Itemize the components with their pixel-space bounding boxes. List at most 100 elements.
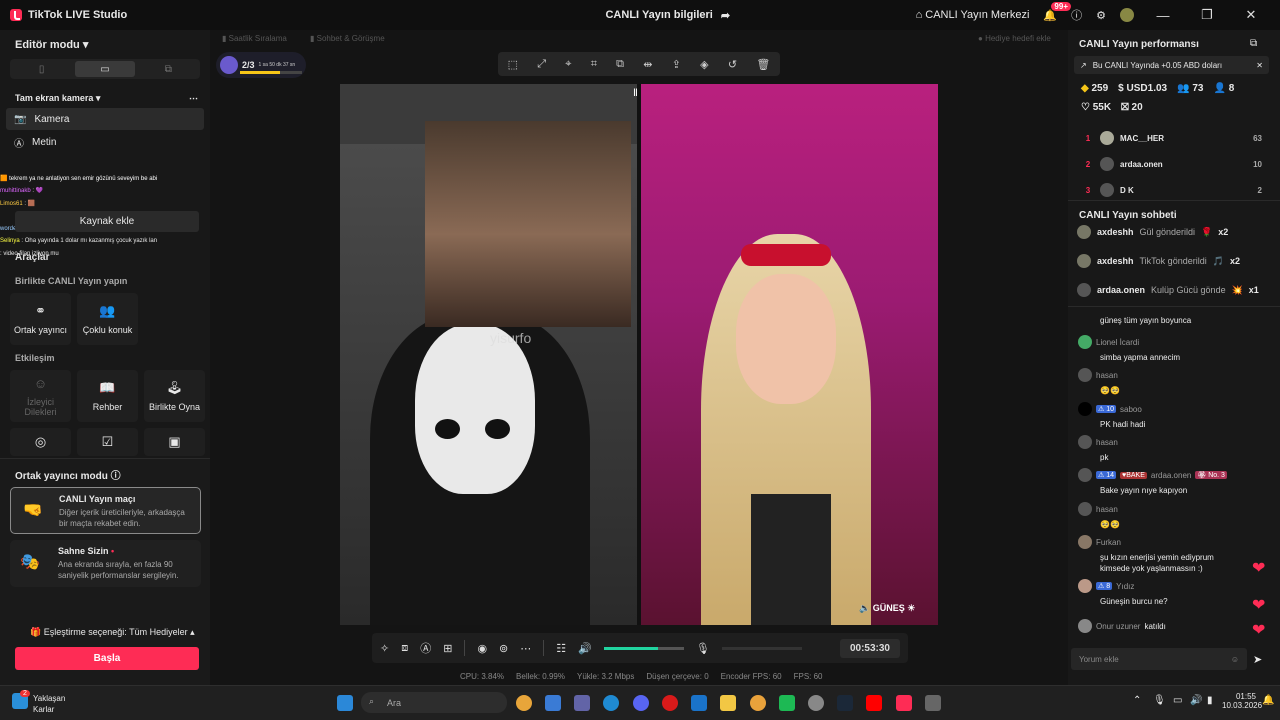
delete-icon[interactable]: 🗑 (756, 58, 770, 71)
comment-input[interactable]: Yorum ekle ☺ (1071, 648, 1247, 670)
youtube-icon[interactable] (866, 695, 882, 711)
gift-goal-tab[interactable]: ● Hediye hedefi ekle (978, 34, 1051, 43)
info-icon[interactable]: ⓘ (111, 471, 121, 482)
microphone-icon[interactable]: 🎙 (696, 642, 710, 655)
dismiss-icon[interactable]: ✕ (1256, 61, 1263, 70)
emoji-icon[interactable]: ☺ (1231, 655, 1239, 664)
share-icon[interactable]: ➦ (721, 9, 730, 22)
guide-tool[interactable]: 📖 Rehber (77, 370, 138, 422)
effects-icon[interactable]: ⧈ (401, 642, 408, 655)
play-together-tool[interactable]: 🕹 Birlikte Oyna (144, 370, 205, 422)
undo-icon[interactable]: ↺ (728, 58, 737, 71)
speaker-icon[interactable]: 🔊 (578, 642, 592, 655)
portrait-option[interactable]: ▯ (12, 61, 71, 77)
chat-message: hasan 🥺🥺 (1078, 502, 1268, 530)
earnings-banner[interactable]: ↗ Bu CANLI Yayında +0.05 ABD doları ✕ (1074, 56, 1269, 74)
layer-up-icon[interactable]: ⇪ (672, 58, 681, 71)
store-icon[interactable] (545, 695, 561, 711)
live-info-title[interactable]: CANLI Yayın bilgileri (605, 9, 712, 21)
more-options-icon[interactable]: ⋯ (520, 642, 531, 655)
magic-wand-icon[interactable]: ✧ (380, 642, 389, 655)
close-button[interactable]: ✕ (1236, 7, 1266, 23)
ai-icon[interactable]: Ⓐ (420, 640, 431, 656)
teams-icon[interactable] (574, 695, 590, 711)
opera-icon[interactable] (662, 695, 678, 711)
plus-box-icon[interactable]: ⊞ (443, 642, 452, 655)
editor-mode-dropdown[interactable]: Editör modu ▾ (0, 30, 210, 59)
rank-row-3[interactable]: 3D K2 (1076, 182, 1262, 198)
multi-guest-tool[interactable]: 👥 Çoklu konuk (77, 293, 138, 345)
minimize-button[interactable]: — (1148, 8, 1178, 23)
taskbar-search[interactable]: ⌕ Ara (361, 692, 507, 713)
scene-dropdown[interactable]: Tam ekran kamera ▾ (15, 93, 100, 104)
heart-icon (1252, 620, 1264, 632)
select-icon[interactable]: ⬚ (508, 58, 518, 71)
record-icon[interactable]: ◉ (477, 642, 487, 655)
skull-mask (415, 324, 535, 494)
cohost-tool[interactable]: ⚭ Ortak yayıncı (10, 293, 71, 345)
start-match-button[interactable]: Başla (15, 647, 199, 670)
layers-icon[interactable]: ◈ (700, 58, 708, 71)
battery-icon[interactable]: ▮ (1207, 695, 1213, 706)
windows-start-icon[interactable] (337, 695, 353, 711)
notification-icon[interactable]: 🔔 (1262, 695, 1274, 706)
hourly-ranking-tab[interactable]: ▮ Saatlik Sıralama (222, 34, 287, 43)
live-match-card[interactable]: 🤜 CANLI Yayın maçı Diğer içerik üreticil… (10, 487, 201, 534)
tool-row-partial-3[interactable]: ▣ (144, 428, 205, 456)
calculator-icon[interactable] (925, 695, 941, 711)
tool-row-partial-2[interactable]: ☑ (77, 428, 138, 456)
clock[interactable]: 01:55 10.03.2026 (1222, 692, 1262, 710)
flip-icon[interactable]: ⇹ (643, 58, 652, 71)
folder-icon[interactable] (720, 695, 736, 711)
swirl-icon (220, 56, 238, 74)
rank-row-2[interactable]: 2 ardaa.onen 10 (1076, 156, 1262, 172)
avatar (1078, 502, 1092, 516)
mic-level-slider[interactable] (721, 646, 802, 650)
mixer-icon[interactable]: ☷ (556, 642, 566, 655)
outlook-icon[interactable] (691, 695, 707, 711)
tool-row-partial-1[interactable]: ◎ (10, 428, 71, 456)
send-icon[interactable]: ➤ (1253, 653, 1262, 666)
rank-row-1[interactable]: 1 MAC__HER 63 (1076, 130, 1262, 146)
source-text[interactable]: Ⓐ Metin (6, 131, 204, 153)
notification-bell-icon[interactable]: 🔔 99+ (1043, 1, 1071, 22)
steam-icon[interactable] (837, 695, 853, 711)
help-icon[interactable]: ⓘ (1071, 7, 1082, 23)
match-emoji-icon: 🤜 (23, 502, 43, 519)
discord-icon[interactable] (633, 695, 649, 711)
viewer-wishes-tool[interactable]: ☺ İzleyici Dilekleri (10, 370, 71, 422)
volume-slider[interactable] (603, 646, 684, 650)
chrome-alt-icon[interactable] (750, 695, 766, 711)
fit-icon[interactable]: ⤢ (537, 58, 546, 71)
weather-widget[interactable]: Yaklaşan Karlar (33, 693, 65, 715)
match-progress-widget[interactable]: 2/3 1 sa 50 dk 37 sn (216, 52, 306, 78)
edge-icon[interactable] (603, 695, 619, 711)
dual-option[interactable]: ⧉ (139, 61, 198, 77)
copy-icon[interactable]: ⧉ (616, 58, 624, 71)
more-icon[interactable]: ⋯ (189, 93, 198, 104)
popout-icon[interactable]: ⧉ (1250, 38, 1257, 49)
live-center-link[interactable]: ⌂ CANLI Yayın Merkezi (916, 9, 1030, 21)
user-avatar[interactable] (1120, 8, 1134, 22)
tray-chevron-icon[interactable]: ⌃ (1133, 695, 1141, 706)
volume-icon[interactable]: 🔊 (1190, 695, 1202, 706)
stage-yours-card[interactable]: 🎭 Sahne Sizin • Ana ekranda sırayla, en … (10, 540, 201, 587)
text-icon: Ⓐ (14, 138, 24, 150)
tiktok-taskbar-icon[interactable] (896, 695, 912, 711)
github-icon[interactable] (808, 695, 824, 711)
landscape-option[interactable]: ▭ (75, 61, 135, 77)
app-icon[interactable] (779, 695, 795, 711)
add-source-button[interactable]: Kaynak ekle (15, 211, 199, 232)
chrome-icon[interactable] (516, 695, 532, 711)
chat-call-tab[interactable]: ▮ Sohbet & Görüşme (310, 34, 385, 43)
tray-mic-icon[interactable]: 🎙 (1153, 695, 1166, 706)
camera-switch-icon[interactable]: ⊚ (499, 642, 508, 655)
avatar (1100, 157, 1114, 171)
crop-icon[interactable]: ⌗ (591, 58, 597, 71)
match-option-dropdown[interactable]: 🎁 Eşleştirme seçeneği: Tüm Hediyeler ▴ (30, 627, 195, 638)
maximize-button[interactable]: ❐ (1192, 7, 1222, 23)
settings-gear-icon[interactable]: ⚙ (1096, 9, 1106, 22)
network-icon[interactable]: ▭ (1173, 695, 1182, 706)
source-camera[interactable]: 📷 Kamera (6, 108, 204, 130)
center-icon[interactable]: ⌖ (565, 58, 571, 71)
